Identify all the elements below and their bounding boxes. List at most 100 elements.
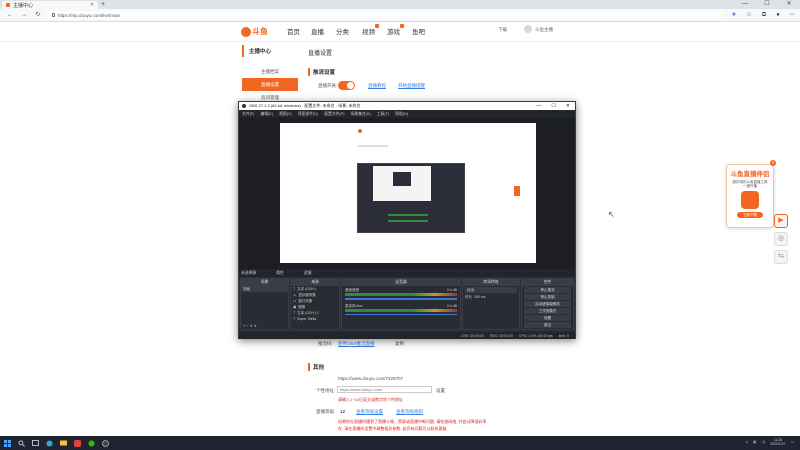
settings-button[interactable]: 设置	[524, 315, 571, 321]
obs-taskbar-icon[interactable]	[98, 436, 112, 450]
logo-mark-icon	[241, 26, 251, 37]
section-stream-settings: 推流设置	[308, 68, 335, 76]
stream-key-label: 推流码:	[318, 341, 333, 346]
download-link[interactable]: 下载	[498, 27, 507, 33]
mic-audio-fader[interactable]	[345, 313, 457, 315]
obs-menu-help[interactable]: 帮助(H)	[395, 112, 408, 117]
room-hint: 请输入1~10位英文或数字的个性地址	[338, 397, 404, 402]
live-tutorial-link[interactable]: 直播教程	[368, 83, 386, 89]
user-name[interactable]: 斗鱼主播	[535, 27, 553, 33]
stop-recording-button[interactable]: 停止录制	[524, 294, 571, 300]
duration-value[interactable]: 300 ms	[474, 295, 485, 299]
obs-menu-tools[interactable]: 工具(T)	[377, 112, 389, 117]
mixer-dock: 混音器 桌面音频 0.0 dB 麦克风/Aux 0.0 dB	[341, 278, 461, 330]
edge-icon[interactable]	[42, 436, 56, 450]
live-remind-link[interactable]: 开始直播提醒	[398, 83, 425, 89]
obs-menu-profile[interactable]: 配置文件(P)	[324, 112, 344, 117]
room-set-button[interactable]: 设置	[436, 388, 445, 394]
clock-date: 2022/1/27	[770, 442, 786, 446]
obs-menu-file[interactable]: 文件(F)	[242, 112, 254, 117]
browser-tab[interactable]: 主播中心 ✕	[2, 1, 98, 9]
obs-maximize-button[interactable]: ☐	[551, 103, 555, 109]
transitions-dock-title: 转场特效	[463, 279, 519, 286]
nav-category[interactable]: 分类	[336, 26, 349, 36]
sources-dock-title: 来源	[291, 279, 339, 286]
obs-preview[interactable]	[239, 118, 575, 269]
live-helper-widget[interactable]: 斗鱼直播伴侣 超好用的斗鱼直播工具 一键开播 立即下载	[726, 164, 774, 228]
obs-menu-docks[interactable]: 停靠部件(D)	[298, 112, 318, 117]
obs-menu-edit[interactable]: 编辑(E)	[260, 112, 273, 117]
obs-menu-view[interactable]: 视图(V)	[279, 112, 292, 117]
search-icon[interactable]	[14, 436, 28, 450]
favorites-icon[interactable]: ☆	[745, 11, 753, 19]
profile-icon[interactable]: ●	[774, 11, 782, 19]
sidebar-item-live-settings[interactable]: 直播设置	[242, 78, 298, 91]
lock-icon	[52, 13, 55, 17]
side-live-icon[interactable]: ▶	[774, 214, 788, 228]
studio-mode-button[interactable]: 工作室模式	[524, 308, 571, 314]
sources-dock: 来源 T 文本 (GDI+) ▭ 显示器采集 ▭ 窗口采集 ▣ 图像 T 文本 (GDI+…	[290, 278, 340, 330]
nav-game[interactable]: 游戏	[387, 26, 400, 36]
obs-minimize-button[interactable]: —	[536, 103, 541, 109]
status-live: LIVE: 00:00:00	[460, 333, 485, 338]
scenes-dock-title: 场景	[241, 279, 288, 286]
copy-button[interactable]: 复制	[395, 341, 404, 347]
notification-icon[interactable]: ▭	[791, 440, 794, 444]
explorer-icon[interactable]	[56, 436, 70, 450]
warning-line-2: 在, 请在直播间设置中调整相关参数, 若仍有问题可以联系客服	[338, 426, 447, 431]
nested-meter	[388, 214, 428, 216]
side-task-icon[interactable]: ◎	[774, 232, 788, 246]
properties-button[interactable]: 属性	[276, 271, 284, 276]
virtual-camera-button[interactable]: 启动虚拟摄像机	[524, 301, 571, 307]
scene-item[interactable]: 场景	[241, 286, 288, 292]
controls-dock: 控件 停止推流 停止录制 启动虚拟摄像机 工作室模式 设置 退出	[521, 278, 574, 330]
maximize-button[interactable]: ☐	[756, 0, 778, 9]
obs-close-button[interactable]: ✕	[566, 103, 570, 109]
obs-window[interactable]: OBS 27.1.3 (64 bit, windows) - 配置文件: 未命名…	[238, 101, 576, 339]
status-cpu: CPU: 1.9%, 60.00 fps	[519, 333, 553, 338]
collections-icon[interactable]: ⧉	[760, 11, 768, 19]
side-share-icon[interactable]: ⇆	[774, 250, 788, 264]
level-settings-link[interactable]: 查看等级设置	[356, 409, 383, 415]
nav-home[interactable]: 首页	[287, 26, 300, 36]
nav-live[interactable]: 直播	[311, 26, 324, 36]
helper-close-icon[interactable]: ✕	[770, 160, 776, 166]
close-window-button[interactable]: ✕	[778, 0, 800, 9]
obs-menu-scene-collection[interactable]: 场景集合(S)	[350, 112, 370, 117]
avatar[interactable]	[524, 25, 532, 33]
close-tab-icon[interactable]: ✕	[90, 2, 94, 8]
wechat-icon[interactable]	[84, 436, 98, 450]
volume-icon[interactable]: ◁)	[761, 440, 765, 444]
douyu-logo[interactable]: 斗鱼	[241, 24, 271, 39]
nav-fishbar[interactable]: 鱼吧	[412, 26, 425, 36]
helper-download-button[interactable]: 立即下载	[737, 212, 763, 218]
stop-streaming-button[interactable]: 停止推流	[524, 287, 571, 293]
room-address-input[interactable]: https://www.douyu.com/	[337, 386, 432, 393]
transition-select[interactable]: 淡出	[465, 287, 517, 293]
source-item[interactable]: T Super Stella	[291, 316, 339, 322]
level-rules-link[interactable]: 查看等级规则	[396, 409, 423, 415]
app-red-icon[interactable]	[70, 436, 84, 450]
back-icon[interactable]: ←	[6, 11, 14, 19]
forward-icon[interactable]: →	[20, 11, 28, 19]
live-toggle[interactable]	[338, 81, 355, 90]
network-icon[interactable]: ▤	[753, 440, 756, 444]
filters-button[interactable]: 滤镜	[304, 271, 312, 276]
minimize-button[interactable]: —	[734, 0, 756, 9]
favorite-star-icon[interactable]: ★	[730, 11, 738, 19]
nav-video[interactable]: 视频	[362, 26, 375, 36]
more-icon[interactable]: ⋯	[788, 11, 796, 19]
sidebar-item-profile[interactable]: 主播档案	[242, 65, 298, 78]
scenes-dock: 场景 场景 + − ∧ ∨	[240, 278, 289, 330]
task-view-icon[interactable]	[28, 436, 42, 450]
scene-add-remove-icons[interactable]: + − ∧ ∨	[243, 323, 257, 328]
tray-arrow-icon[interactable]: ∧	[745, 440, 748, 444]
start-icon[interactable]	[0, 436, 14, 450]
exit-button[interactable]: 退出	[524, 322, 571, 328]
new-tab-button[interactable]: +	[101, 1, 105, 8]
taskbar: ∧ ▤ ◁) 11:28 2022/1/27 ▭	[0, 436, 800, 450]
obs-title-bar[interactable]: OBS 27.1.3 (64 bit, windows) - 配置文件: 未命名…	[239, 102, 575, 110]
obs-stream-link[interactable]: 使用OBS推流直播	[338, 341, 375, 347]
refresh-icon[interactable]: ↻	[34, 11, 42, 19]
url-field[interactable]: https://mp.douyu.com/live/main	[46, 11, 722, 19]
